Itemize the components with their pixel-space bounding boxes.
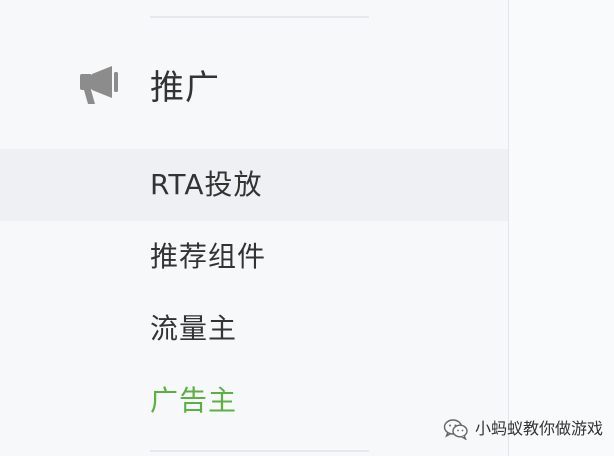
wechat-icon	[443, 418, 469, 441]
watermark-text: 小蚂蚁教你做游戏	[475, 419, 604, 438]
menu-item-label: 广告主	[150, 384, 238, 417]
bottom-divider	[150, 450, 369, 452]
section-title: 推广	[150, 68, 220, 108]
menu-item-rta[interactable]: RTA投放	[0, 149, 508, 221]
menu-item-recommend-component[interactable]: 推荐组件	[0, 221, 508, 293]
top-divider	[150, 16, 369, 18]
watermark: 小蚂蚁教你做游戏	[443, 414, 603, 444]
megaphone-icon	[76, 62, 118, 106]
menu-item-label: 流量主	[150, 312, 238, 345]
menu-item-publisher[interactable]: 流量主	[0, 293, 508, 365]
content-area	[509, 0, 614, 456]
sidebar: 推广 RTA投放 推荐组件 流量主 广告主	[0, 0, 508, 456]
menu-item-advertiser[interactable]: 广告主	[0, 365, 508, 437]
menu-item-label: RTA投放	[150, 168, 263, 201]
menu-item-label: 推荐组件	[150, 240, 267, 273]
